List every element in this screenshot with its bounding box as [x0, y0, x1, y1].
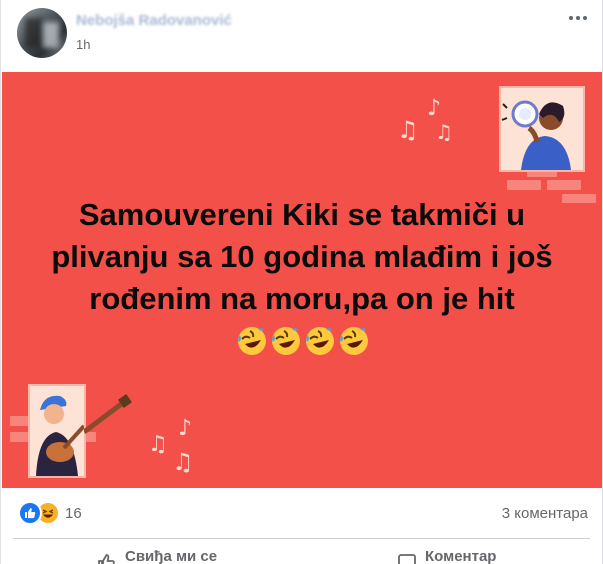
- brick-decoration: [547, 180, 581, 190]
- rofl-emoji-icon: [238, 327, 266, 355]
- rofl-emoji-icon: [272, 327, 300, 355]
- music-note-icon: ♫: [148, 432, 168, 457]
- emoji-row: [234, 325, 370, 368]
- comment-button[interactable]: Коментар: [397, 548, 496, 564]
- post-header: Nebojša Radovanović 1h: [1, 0, 602, 72]
- comment-count[interactable]: 3 коментара: [502, 505, 588, 522]
- post-text-card[interactable]: ♫ ♪ ♫ ♫ ♪ ♫ Samouvereni Kiki se takmiči …: [2, 72, 602, 488]
- brick-decoration: [10, 432, 28, 442]
- music-note-icon: ♫: [435, 120, 453, 144]
- rofl-emoji-icon: [340, 327, 368, 355]
- facebook-post: Nebojša Radovanović 1h ♫ ♪ ♫ ♫ ♪ ♫ Samou…: [0, 0, 603, 564]
- more-options-button[interactable]: [564, 6, 592, 30]
- divider: [13, 538, 590, 539]
- music-note-icon: ♫: [172, 448, 194, 476]
- thumbs-up-icon: [98, 554, 115, 564]
- rofl-emoji-icon: [306, 327, 334, 355]
- post-text: Samouvereni Kiki se takmiči u plivanju s…: [22, 194, 582, 368]
- comment-button-label: Коментар: [425, 548, 497, 564]
- music-note-icon: ♪: [427, 96, 442, 121]
- author-name[interactable]: Nebojša Radovanović: [76, 12, 232, 29]
- tambourine-player-illustration: [499, 86, 585, 172]
- like-button-label: Свиђа ми се: [125, 548, 218, 564]
- more-dots-icon: [568, 16, 589, 20]
- guitar-player-illustration: [28, 384, 86, 478]
- reactions-bar: 16 3 коментара: [1, 488, 602, 536]
- comment-icon: [398, 554, 416, 564]
- guitar-neck-illustration: [84, 394, 132, 434]
- reaction-count[interactable]: 16: [65, 505, 82, 522]
- music-note-icon: ♪: [178, 416, 193, 441]
- author-avatar[interactable]: [17, 8, 67, 58]
- post-text-body: Samouvereni Kiki se takmiči u plivanju s…: [51, 197, 553, 316]
- post-timestamp[interactable]: 1h: [76, 37, 90, 52]
- like-reaction-icon[interactable]: [18, 501, 42, 525]
- like-button[interactable]: Свиђа ми се: [97, 548, 217, 564]
- brick-decoration: [507, 180, 541, 190]
- music-note-icon: ♫: [397, 116, 419, 144]
